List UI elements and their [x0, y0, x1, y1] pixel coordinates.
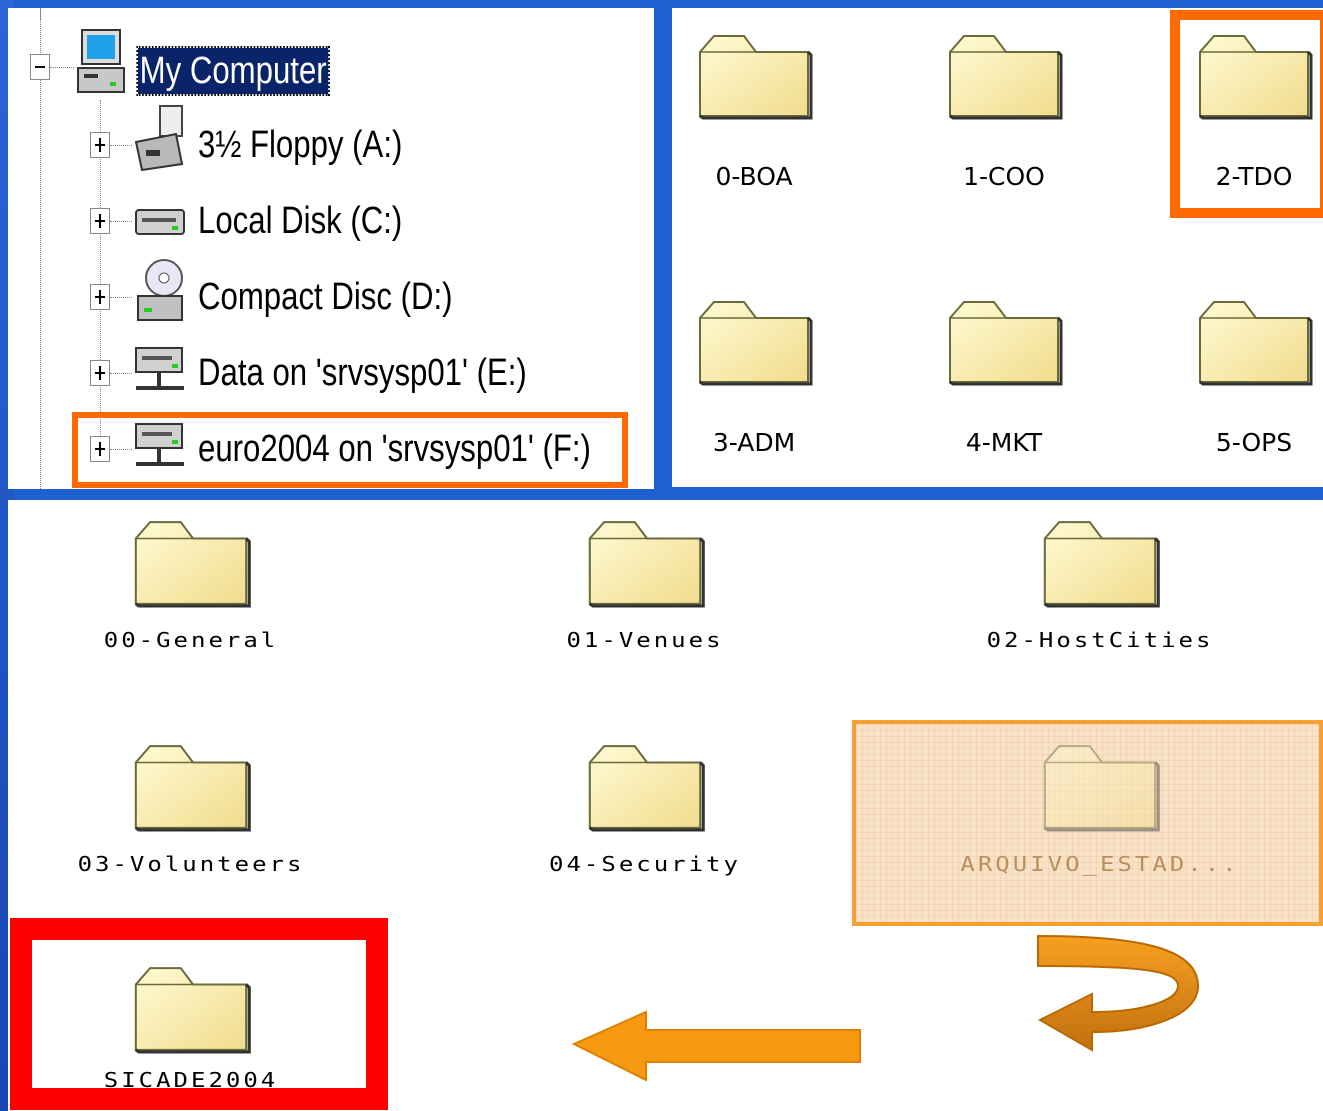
folder-label: 5-OPS: [1215, 428, 1293, 457]
tree-connector: [50, 67, 74, 68]
highlight-euro2004-drive: [72, 412, 628, 488]
tree-connector: [110, 221, 132, 222]
folder-label: 1-COO: [963, 162, 1045, 191]
highlight-sicade2004-target: [10, 918, 388, 1110]
hard-disk-icon: [135, 209, 185, 235]
highlight-2-tdo-folder: [1170, 10, 1323, 218]
expand-toggle[interactable]: [90, 208, 110, 234]
collapse-toggle[interactable]: [30, 54, 50, 80]
tree-connector: [110, 297, 132, 298]
folder-label: 02-HostCities: [986, 628, 1214, 652]
network-drive-icon: [135, 347, 184, 390]
folder-label: 0-BOA: [715, 162, 793, 191]
folder-label: 03-Volunteers: [77, 852, 305, 876]
folder-tree-pane: My Computer 3½ Floppy (A:) Local Disk (C…: [8, 8, 654, 489]
folder-icon: [694, 30, 814, 125]
folder-icon: [1194, 296, 1314, 391]
folder-label: 01-Venues: [566, 628, 724, 652]
tree-item-label: Data on 'srvsysp01' (E:): [198, 352, 527, 394]
curved-arrow-icon: [1037, 934, 1200, 1052]
tree-guide-line: [40, 8, 41, 489]
expand-toggle[interactable]: [90, 360, 110, 386]
left-arrow-icon: [571, 1010, 861, 1082]
folder-icon: [944, 296, 1064, 391]
folder-label: 04-Security: [549, 852, 741, 876]
folder-label: 4-MKT: [965, 428, 1043, 457]
folder-icon: [993, 740, 1207, 837]
cd-drive-icon: [137, 259, 183, 321]
folder-label: ARQUIVO_ESTAD...: [960, 852, 1240, 876]
tree-connector: [110, 145, 132, 146]
folder-label: 3-ADM: [712, 428, 796, 457]
tree-guide-line: [40, 8, 41, 20]
tree-item-label: Compact Disc (D:): [198, 276, 453, 318]
folder-icon: [84, 516, 298, 613]
tree-item-label: Local Disk (C:): [198, 200, 403, 242]
tree-item-label: 3½ Floppy (A:): [198, 124, 403, 166]
tree-item-label: My Computer: [136, 46, 330, 96]
tdo-folders-pane: 00-General 01-Venues 02-HostCities 03-Vo…: [8, 500, 1323, 1111]
my-computer-icon: [77, 29, 125, 93]
folder-icon: [944, 30, 1064, 125]
folder-icon: [84, 740, 298, 837]
folder-label: 00-General: [103, 628, 279, 652]
folder-icon: [694, 296, 814, 391]
expand-toggle[interactable]: [90, 284, 110, 310]
expand-toggle[interactable]: [90, 132, 110, 158]
folder-icon: [538, 516, 752, 613]
department-folders-pane: 0-BOA 1-COO 2-TDO 3-ADM 4-MKT 5-OPS: [672, 8, 1323, 487]
tree-connector: [110, 373, 132, 374]
folder-icon: [993, 516, 1207, 613]
floppy-drive-icon: [134, 105, 184, 172]
folder-icon: [538, 740, 752, 837]
